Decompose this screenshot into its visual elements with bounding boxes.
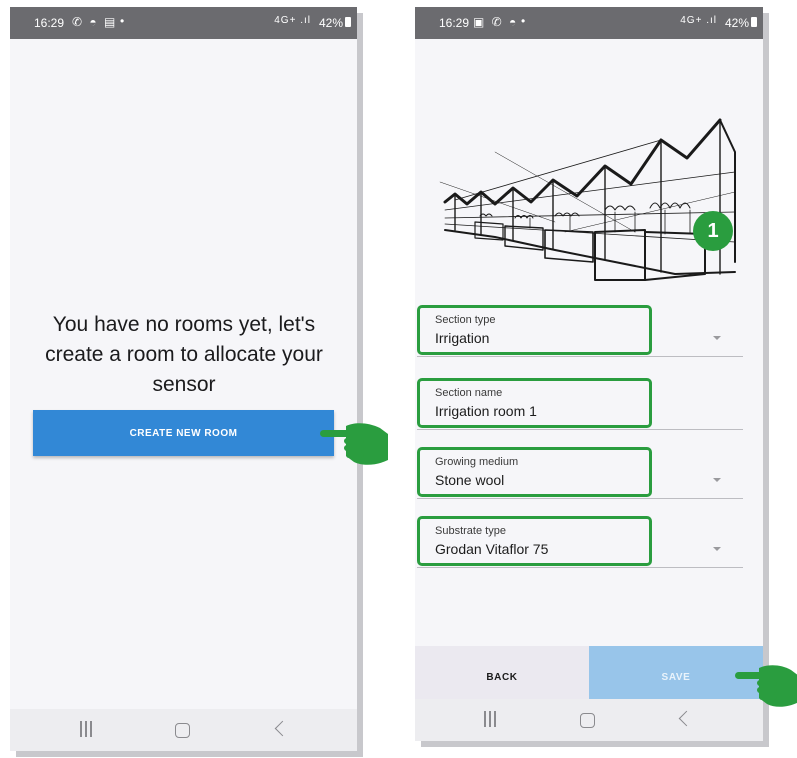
dropdown-arrow-icon[interactable] [713, 478, 721, 482]
notification-icons: ▣ ✆ ◓ [473, 15, 519, 29]
nav-back-icon[interactable] [678, 710, 695, 727]
status-bar: 16:29 ▣ ✆ ◓ • 4G+ .ıl 42% [415, 7, 763, 39]
nav-home-icon[interactable] [580, 713, 595, 728]
status-time: 16:29 [34, 16, 65, 30]
field-value: Irrigation [435, 330, 490, 346]
nav-back-icon[interactable] [274, 720, 291, 737]
field-label: Growing medium [435, 456, 519, 468]
nav-recent-icon[interactable] [79, 721, 93, 737]
field-underline [417, 356, 743, 357]
battery-level: 42% [724, 16, 749, 30]
android-nav-bar [415, 699, 763, 741]
phone-screen-rooms: 16:29 ✆ ◓ ▤ • 4G+ .ıl 42% You have no ro… [10, 7, 357, 751]
field-label: Section name [435, 387, 503, 399]
nav-home-icon[interactable] [175, 723, 190, 738]
notification-icons: ✆ ◓ ▤ [72, 15, 118, 29]
notification-dot: • [521, 14, 526, 28]
section-name-input[interactable] [435, 403, 725, 419]
field-underline [417, 498, 743, 499]
empty-state-message: You have no rooms yet, let's create a ro… [45, 313, 323, 396]
notification-dot: • [120, 14, 125, 28]
nav-recent-icon[interactable] [483, 711, 497, 727]
signal-icon: 4G+ .ıl [680, 15, 717, 26]
battery-level: 42% [318, 16, 343, 30]
status-time: 16:29 [439, 16, 470, 30]
growing-medium-dropdown[interactable]: Growing medium Stone wool [415, 447, 743, 503]
field-label: Substrate type [435, 525, 506, 537]
phone-screen-new-section: 16:29 ▣ ✆ ◓ • 4G+ .ıl 42% Section type I… [415, 7, 763, 741]
section-name-field[interactable]: Section name [415, 378, 743, 434]
field-label: Section type [435, 314, 496, 326]
battery-icon [751, 17, 757, 27]
android-nav-bar [10, 709, 357, 751]
field-value: Stone wool [435, 472, 505, 488]
section-type-dropdown[interactable]: Section type Irrigation [415, 305, 743, 361]
create-new-room-button[interactable]: CREATE NEW ROOM [33, 410, 334, 456]
greenhouse-illustration [439, 118, 736, 281]
substrate-type-dropdown[interactable]: Substrate type Grodan Vitaflor 75 [415, 516, 743, 572]
field-underline [417, 567, 743, 568]
pointing-hand-icon [320, 423, 388, 465]
field-value: Grodan Vitaflor 75 [435, 541, 549, 557]
signal-icon: 4G+ .ıl [274, 15, 311, 26]
step-number-badge: 1 [693, 211, 733, 251]
field-underline [417, 429, 743, 430]
pointing-hand-icon [735, 665, 797, 707]
status-bar: 16:29 ✆ ◓ ▤ • 4G+ .ıl 42% [10, 7, 357, 39]
battery-icon [345, 17, 351, 27]
dropdown-arrow-icon[interactable] [713, 336, 721, 340]
dropdown-arrow-icon[interactable] [713, 547, 721, 551]
